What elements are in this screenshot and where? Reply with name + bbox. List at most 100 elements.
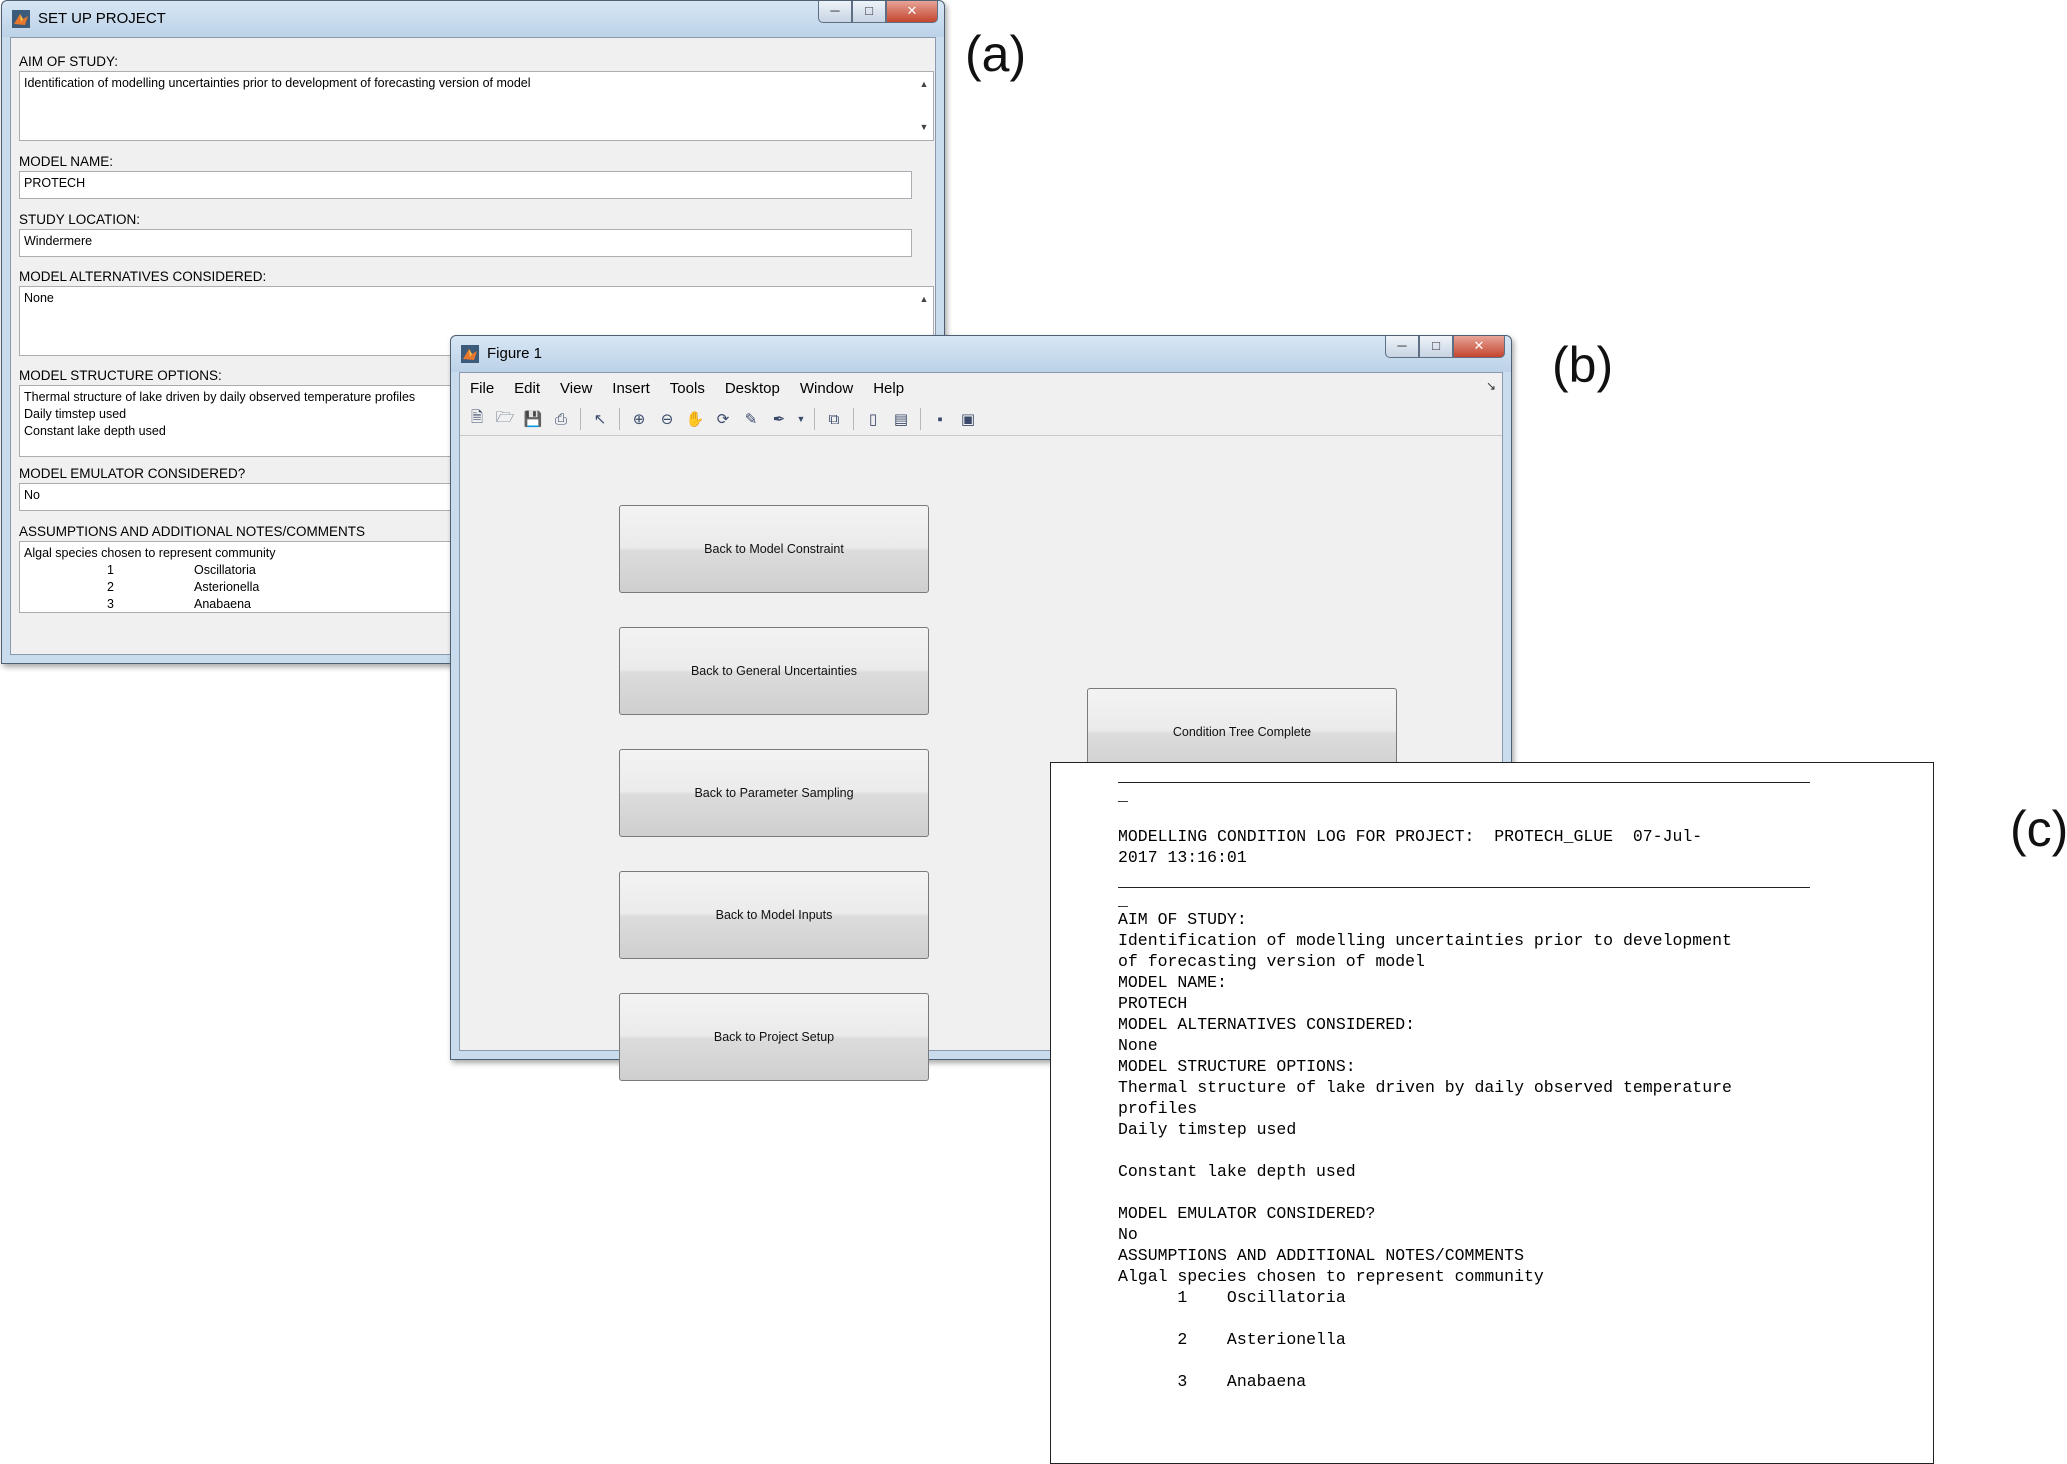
log-header-line: MODELLING CONDITION LOG FOR PROJECT: PRO… [1118, 827, 1703, 846]
aim-scrollbar[interactable]: ▲ ▼ [917, 74, 931, 138]
toolbar-separator [580, 408, 581, 430]
rotate-3d-icon[interactable]: ⟳ [712, 408, 734, 430]
log-body: AIM OF STUDY: Identification of modelling… [1118, 909, 1843, 1392]
back-to-project-setup-button[interactable]: Back to Project Setup [619, 993, 929, 1081]
study-location-input[interactable]: Windermere [19, 229, 912, 257]
brush-icon[interactable]: ✒ [768, 408, 790, 430]
back-to-parameter-sampling-button[interactable]: Back to Parameter Sampling [619, 749, 929, 837]
panel-label-c: (c) [2010, 801, 2067, 857]
menu-window[interactable]: Window [790, 380, 863, 397]
log-line: Identification of modelling uncertaintie… [1118, 931, 1732, 950]
model-name-input[interactable]: PROTECH [19, 171, 912, 199]
toolbar-separator [619, 408, 620, 430]
dropdown-arrow-icon[interactable]: ▼ [796, 408, 806, 430]
menu-help[interactable]: Help [863, 380, 914, 397]
back-to-general-uncertainties-button[interactable]: Back to General Uncertainties [619, 627, 929, 715]
legend-icon[interactable]: ▤ [890, 408, 912, 430]
aim-label: AIM OF STUDY: [19, 54, 119, 69]
model-name-value: PROTECH [24, 176, 86, 190]
log-line: Algal species chosen to represent commun… [1118, 1267, 1544, 1286]
menu-desktop[interactable]: Desktop [715, 380, 790, 397]
toolbar-separator [814, 408, 815, 430]
log-line: 3 Anabaena [1118, 1372, 1307, 1391]
log-line: MODEL NAME: [1118, 973, 1227, 992]
menu-file[interactable]: File [460, 380, 504, 397]
alternatives-value: None [24, 291, 54, 305]
dock-arrow-icon[interactable]: ↘ [1486, 379, 1496, 393]
scroll-up-icon[interactable]: ▲ [917, 76, 931, 93]
log-underscore: _ [1118, 891, 1128, 910]
log-line: 1 Oscillatoria [1118, 1288, 1346, 1307]
back-to-model-inputs-button[interactable]: Back to Model Inputs [619, 871, 929, 959]
maximize-button[interactable]: □ [852, 1, 886, 23]
log-line: 2 Asterionella [1118, 1330, 1346, 1349]
minimize-button[interactable]: ─ [1385, 336, 1419, 358]
alternatives-label: MODEL ALTERNATIVES CONSIDERED: [19, 269, 267, 284]
log-line: Thermal structure of lake driven by dail… [1118, 1078, 1732, 1097]
back-to-model-constraint-button[interactable]: Back to Model Constraint [619, 505, 929, 593]
menu-view[interactable]: View [550, 380, 602, 397]
menu-tools[interactable]: Tools [660, 380, 715, 397]
species-name: Oscillatoria [194, 563, 256, 577]
menu-insert[interactable]: Insert [602, 380, 660, 397]
menu-edit[interactable]: Edit [504, 380, 550, 397]
toolbar-separator [853, 408, 854, 430]
log-line: of forecasting version of model [1118, 952, 1425, 971]
zoom-in-icon[interactable]: ⊕ [628, 408, 650, 430]
log-line: None [1118, 1036, 1158, 1055]
maximize-button[interactable]: □ [1419, 336, 1453, 358]
data-cursor-icon[interactable]: ✎ [740, 408, 762, 430]
log-line: No [1118, 1225, 1138, 1244]
hide-plot-tools-icon[interactable]: ▪ [929, 408, 951, 430]
colorbar-icon[interactable]: ▯ [862, 408, 884, 430]
species-name: Asterionella [194, 580, 260, 594]
link-plot-icon[interactable]: ⧉ [823, 408, 845, 430]
open-file-icon[interactable]: 🗁 [494, 408, 516, 430]
study-location-value: Windermere [24, 234, 93, 248]
scroll-down-icon[interactable]: ▼ [917, 119, 931, 136]
minimize-button[interactable]: ─ [818, 1, 852, 23]
close-button[interactable]: ✕ [886, 1, 938, 23]
title-bar[interactable]: Figure 1 ─ □ ✕ [451, 336, 1511, 372]
log-line: MODEL STRUCTURE OPTIONS: [1118, 1057, 1356, 1076]
aim-textarea[interactable]: Identification of modelling uncertaintie… [19, 71, 934, 141]
title-bar[interactable]: SET UP PROJECT ─ □ ✕ [2, 1, 944, 37]
species-number: 2 [107, 580, 114, 594]
assumptions-label: ASSUMPTIONS AND ADDITIONAL NOTES/COMMENT… [19, 524, 366, 539]
log-line: AIM OF STUDY: [1118, 910, 1247, 929]
log-underscore: _ [1118, 786, 1128, 805]
figure-toolbar: 🗎 🗁 💾 ⎙ ↖ ⊕ ⊖ ✋ ⟳ ✎ ✒ ▼ ⧉ ▯ ▤ ▪ ▣ [460, 403, 1502, 436]
species-name: Anabaena [194, 597, 252, 611]
study-location-label: STUDY LOCATION: [19, 212, 141, 227]
select-arrow-icon[interactable]: ↖ [589, 408, 611, 430]
model-name-label: MODEL NAME: [19, 154, 114, 169]
log-line: profiles [1118, 1099, 1198, 1118]
condition-log-document: _ MODELLING CONDITION LOG FOR PROJECT: P… [1050, 762, 1934, 1464]
log-header-line: 2017 13:16:01 [1118, 848, 1247, 867]
show-plot-tools-icon[interactable]: ▣ [957, 408, 979, 430]
save-icon[interactable]: 💾 [522, 408, 544, 430]
divider-line [1118, 887, 1810, 888]
zoom-out-icon[interactable]: ⊖ [656, 408, 678, 430]
window-title: Figure 1 [487, 345, 543, 362]
close-button[interactable]: ✕ [1453, 336, 1505, 358]
species-number: 3 [107, 597, 114, 611]
matlab-icon [461, 345, 479, 363]
log-line: ASSUMPTIONS AND ADDITIONAL NOTES/COMMENT… [1118, 1246, 1524, 1265]
pan-hand-icon[interactable]: ✋ [684, 408, 706, 430]
scroll-up-icon[interactable]: ▲ [917, 291, 931, 308]
print-icon[interactable]: ⎙ [550, 408, 572, 430]
panel-label-b: (b) [1552, 337, 1614, 393]
new-figure-icon[interactable]: 🗎 [466, 408, 488, 430]
log-line: MODEL EMULATOR CONSIDERED? [1118, 1204, 1376, 1223]
matlab-icon [12, 10, 30, 28]
divider-line [1118, 782, 1810, 783]
panel-label-a: (a) [965, 26, 1027, 82]
aim-value: Identification of modelling uncertaintie… [24, 76, 531, 90]
log-line: Constant lake depth used [1118, 1162, 1356, 1181]
window-title: SET UP PROJECT [38, 10, 166, 27]
